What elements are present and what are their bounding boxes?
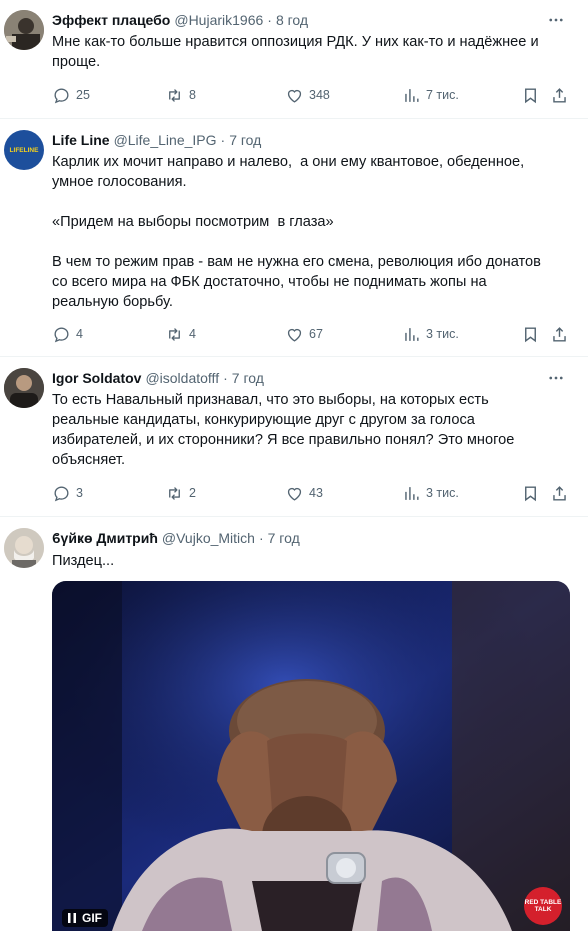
tweet-text: Пиздец... [52, 553, 115, 569]
avatar[interactable] [4, 368, 44, 408]
red-table-talk-watermark: RED TABLE TALK [524, 887, 562, 925]
reply-icon [54, 326, 69, 342]
author-name[interactable]: Life Line [52, 132, 110, 148]
avatar-logo-text: LIFELINE [9, 146, 39, 154]
share-icon [553, 87, 566, 103]
timestamp[interactable]: 7 год [229, 132, 261, 148]
tweet-actions: 25 8 348 7 тис. [52, 84, 572, 106]
share-button[interactable] [550, 84, 569, 106]
retweet-icon [169, 486, 180, 500]
like-icon [287, 89, 302, 103]
like-button[interactable]: 67 [285, 323, 323, 345]
tweet[interactable]: LIFELINE Life Line @Life_Line_IPG · 7 го… [0, 118, 588, 357]
avatar[interactable]: LIFELINE [4, 130, 44, 170]
reply-button[interactable]: 4 [52, 323, 83, 345]
retweet-icon [169, 327, 180, 341]
like-count: 67 [309, 327, 323, 341]
more-icon[interactable] [546, 368, 566, 388]
bookmark-button[interactable] [521, 323, 540, 345]
author-handle[interactable]: @Life_Line_IPG [114, 132, 217, 148]
reply-button[interactable]: 25 [52, 84, 90, 106]
views-count: 7 тис. [426, 88, 459, 102]
views-count: 3 тис. [426, 486, 459, 500]
tweet-text: Карлик их мочит направо и налево, а они … [52, 154, 541, 310]
separator-dot: · [223, 370, 228, 386]
author-name[interactable]: Igor Soldatov [52, 370, 141, 386]
like-icon [287, 328, 302, 342]
views-icon [405, 327, 419, 341]
gif-badge[interactable]: GIF [62, 909, 108, 927]
retweet-button[interactable]: 8 [165, 84, 196, 106]
tweet[interactable]: Igor Soldatov @isoldatofff · 7 год То ес… [0, 356, 588, 517]
bookmark-icon [525, 326, 536, 342]
share-icon [553, 485, 566, 501]
separator-dot: · [267, 12, 272, 28]
author-handle[interactable]: @isoldatofff [145, 370, 219, 386]
separator-dot: · [220, 132, 226, 148]
reply-count: 4 [76, 327, 83, 341]
timestamp[interactable]: 7 год [268, 530, 300, 546]
separator-dot: · [258, 530, 264, 546]
like-icon [287, 487, 302, 501]
tweet-actions: 3 2 43 3 тис. [52, 482, 572, 504]
share-button[interactable] [550, 482, 569, 504]
views-button[interactable]: 3 тис. [402, 482, 459, 504]
views-icon [405, 486, 419, 500]
reply-icon [54, 87, 69, 103]
timestamp[interactable]: 8 год [276, 12, 308, 28]
views-button[interactable]: 3 тис. [402, 323, 459, 345]
tweet-text: Мне как-то больше нравится оппозиция РДК… [52, 34, 539, 70]
gif-label: GIF [82, 911, 102, 925]
tweet[interactable]: Эффект плацебо @Hujarik1966 · 8 год Мне … [0, 0, 588, 119]
reply-button[interactable]: 3 [52, 482, 83, 504]
tweet-text: То есть Навальный признавал, что это выб… [52, 392, 515, 468]
like-count: 43 [309, 486, 323, 500]
author-handle[interactable]: @Vujko_Mitich [162, 530, 255, 546]
views-count: 3 тис. [426, 327, 459, 341]
avatar[interactable] [4, 10, 44, 50]
bookmark-button[interactable] [521, 84, 540, 106]
views-icon [405, 88, 419, 102]
watermark-text: RED TABLE TALK [524, 899, 562, 913]
author-name[interactable]: Эффект плацебо [52, 12, 170, 28]
retweet-count: 2 [189, 486, 196, 500]
reply-icon [54, 485, 69, 501]
retweet-count: 8 [189, 88, 196, 102]
bookmark-icon [525, 87, 536, 103]
retweet-button[interactable]: 4 [165, 323, 196, 345]
author-handle[interactable]: @Hujarik1966 [174, 12, 263, 28]
gif-frame-illustration [52, 581, 570, 931]
reply-count: 25 [76, 88, 90, 102]
like-count: 348 [309, 88, 330, 102]
tweet-actions: 4 4 67 3 тис. [52, 323, 572, 345]
bookmark-button[interactable] [521, 482, 540, 504]
more-icon[interactable] [546, 10, 566, 30]
share-button[interactable] [550, 323, 569, 345]
avatar[interactable] [4, 528, 44, 568]
bookmark-icon [525, 485, 536, 501]
views-button[interactable]: 7 тис. [402, 84, 459, 106]
author-name[interactable]: ϐγйҝө Дмитрић [52, 530, 158, 546]
timestamp[interactable]: 7 год [232, 370, 264, 386]
gif-media[interactable]: GIF RED TABLE TALK [52, 581, 570, 931]
like-button[interactable]: 348 [285, 84, 330, 106]
pause-icon [68, 913, 76, 923]
reply-count: 3 [76, 486, 83, 500]
share-icon [553, 326, 566, 342]
like-button[interactable]: 43 [285, 482, 323, 504]
retweet-count: 4 [189, 327, 196, 341]
retweet-icon [169, 88, 180, 102]
retweet-button[interactable]: 2 [165, 482, 196, 504]
